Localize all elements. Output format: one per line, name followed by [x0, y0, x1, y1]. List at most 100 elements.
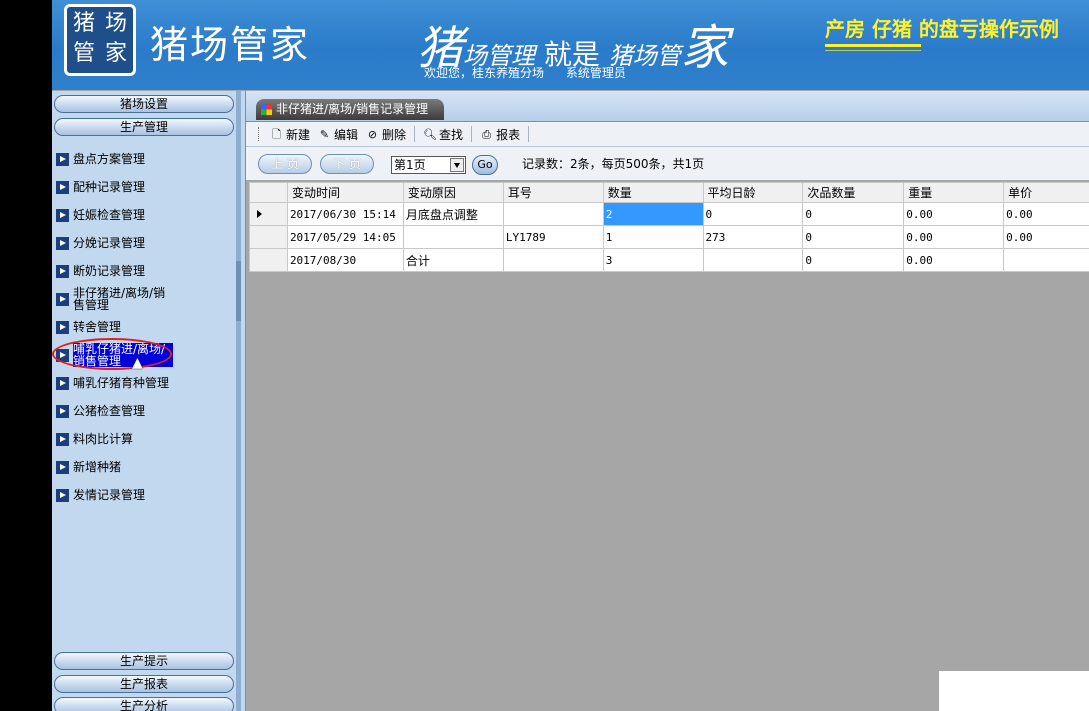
table-row[interactable]: 2017/05/29 14:05 LY1789 1 273 0 0.00 0.0… [249, 225, 1089, 249]
grid-header-row: 变动时间 变动原因 耳号 数量 平均日龄 次品数量 重量 单价 [249, 182, 1089, 203]
sidebar-item-suckling-piglet-breeding[interactable]: 哺乳仔猪育种管理 [56, 369, 232, 397]
record-info: 记录数：2条，每页500条，共1页 [522, 157, 705, 171]
sidebar-item-boar-check[interactable]: 公猪检查管理 [56, 397, 232, 425]
grid-cell[interactable] [1003, 248, 1089, 272]
logo-seal: 猪 场 管 家 [64, 4, 136, 76]
column-header[interactable]: 单价 [1003, 182, 1089, 203]
overlay-patch [939, 671, 1089, 711]
grid-cell[interactable]: 0.00 [1003, 225, 1089, 249]
tab-strip: 非仔猪进/离场/销售记录管理 [246, 91, 1089, 122]
sidebar-item-weaning-record[interactable]: 断奶记录管理 [56, 257, 232, 285]
delete-icon: ⊘ [367, 127, 378, 141]
pager: 上 页 下 页 第1页 Go 记录数：2条，每页500条，共1页 [246, 147, 1089, 180]
grid-cell[interactable]: 0.00 [903, 225, 1005, 249]
sidebar-item-pregnancy-check[interactable]: 妊娠检查管理 [56, 201, 232, 229]
sidebar-item-breeding-record[interactable]: 配种记录管理 [56, 173, 232, 201]
row-header[interactable] [249, 225, 288, 249]
grid-cell[interactable]: 0 [802, 225, 905, 249]
sidebar-item-estrus-record[interactable]: 发情记录管理 [56, 481, 232, 509]
find-button[interactable]: 🔍︎ 查找 [419, 124, 467, 144]
logo-char: 猪 [73, 11, 96, 36]
toolbar: 🗋 新建 ✎ 编辑 ⊘ 删除 🔍︎ 查找 ⎙ 报表 [246, 122, 1089, 147]
records-grid: 变动时间 变动原因 耳号 数量 平均日龄 次品数量 重量 单价 2017/06/… [249, 182, 1089, 272]
grid-cell[interactable]: 0.00 [903, 248, 1005, 272]
grid-cell[interactable]: 3 [602, 248, 704, 272]
sidebar-item-inventory-plan[interactable]: 盘点方案管理 [56, 145, 232, 173]
column-header[interactable]: 耳号 [502, 182, 604, 203]
play-icon [56, 264, 69, 278]
grid-cell[interactable] [502, 248, 604, 272]
section-production-management[interactable]: 生产管理 [54, 118, 234, 136]
column-header[interactable]: 数量 [602, 182, 704, 203]
report-button[interactable]: ⎙ 报表 [476, 124, 524, 144]
grid-cell[interactable]: 2017/05/29 14:05 [286, 225, 404, 249]
play-icon [56, 292, 69, 306]
toolbar-separator [414, 126, 416, 142]
annotation-circle [52, 338, 172, 370]
welcome-user: 欢迎您，桂东养殖分场 [424, 66, 545, 80]
toolbar-separator [528, 126, 530, 142]
toolbar-separator [471, 126, 473, 142]
play-icon [56, 376, 69, 390]
grid-cell[interactable]: LY1789 [502, 225, 604, 249]
table-row[interactable]: 2017/06/30 15:14 月底盘点调整 2 0 0 0.00 0.00 [249, 202, 1089, 226]
sidebar-item-feed-meat-ratio[interactable]: 料肉比计算 [56, 425, 232, 453]
sidebar-item-suckling-piglet-sales[interactable]: 哺乳仔猪进/离场/销售管理 ▲ [52, 338, 232, 371]
sidebar-item-add-breeding-pig[interactable]: 新增种猪 [56, 453, 232, 481]
play-icon [56, 180, 69, 194]
toolbar-grip [258, 127, 262, 141]
prev-page-button[interactable]: 上 页 [258, 154, 312, 174]
row-header[interactable] [249, 248, 288, 272]
sidebar-item-non-piglet-sales[interactable]: 非仔猪进/离场/销售管理 [56, 285, 232, 313]
app-title: 猪场管家 [150, 23, 311, 67]
page-select[interactable]: 第1页 [391, 156, 466, 174]
row-header-corner [249, 182, 288, 203]
chevron-down-icon[interactable] [450, 158, 464, 172]
grid-cell[interactable]: 0.00 [1003, 202, 1089, 226]
section-production-tips[interactable]: 生产提示 [54, 652, 234, 670]
logo-char: 管 [73, 41, 96, 66]
tab-non-piglet-sales[interactable]: 非仔猪进/离场/销售记录管理 [256, 99, 445, 120]
sidebar-item-transfer[interactable]: 转舍管理 [56, 313, 232, 341]
delete-button[interactable]: ⊘ 删除 [362, 124, 410, 144]
grid-cell[interactable]: 1 [602, 225, 704, 249]
column-header[interactable]: 平均日龄 [702, 182, 804, 203]
grid-cell[interactable]: 2017/06/30 15:14 [286, 202, 404, 226]
grid-cell[interactable]: 0 [802, 202, 905, 226]
grid-cell[interactable] [402, 225, 504, 249]
grid-cell[interactable] [702, 248, 804, 272]
main-content: 非仔猪进/离场/销售记录管理 🗋 新建 ✎ 编辑 ⊘ 删除 🔍︎ 查找 ⎙ 报表 上 页 … [245, 91, 1089, 711]
new-button[interactable]: 🗋 新建 [266, 124, 314, 144]
grid-cell[interactable]: 0 [802, 248, 905, 272]
column-header[interactable]: 变动原因 [402, 182, 504, 203]
grid-cell[interactable]: 合计 [402, 248, 504, 272]
go-button[interactable]: Go [472, 155, 498, 175]
find-icon: 🔍︎ [423, 127, 438, 141]
page-select-value: 第1页 [394, 158, 426, 172]
section-farm-settings[interactable]: 猪场设置 [54, 95, 234, 113]
sidebar-item-farrowing-record[interactable]: 分娩记录管理 [56, 229, 232, 257]
grid-cell[interactable]: 273 [702, 225, 804, 249]
logo-char: 场 [105, 11, 128, 36]
grid-cell[interactable]: 0 [702, 202, 804, 226]
demo-caption: 产房 仔猪 的盘亏操作示例 [825, 17, 1059, 41]
tab-label: 非仔猪进/离场/销售记录管理 [276, 102, 429, 116]
section-production-reports[interactable]: 生产报表 [54, 675, 234, 693]
grid-cell[interactable]: 2017/08/30 [286, 248, 404, 272]
play-icon [56, 320, 69, 334]
grid-cell[interactable] [502, 202, 604, 226]
grid-cell[interactable]: 月底盘点调整 [402, 202, 504, 226]
column-header[interactable]: 重量 [903, 182, 1005, 203]
section-production-analysis[interactable]: 生产分析 [54, 697, 234, 711]
grid-cell-selected[interactable]: 2 [602, 202, 704, 226]
next-page-button[interactable]: 下 页 [320, 154, 374, 174]
module-icon [261, 104, 272, 115]
row-header[interactable] [249, 202, 288, 226]
user-role: 系统管理员 [565, 66, 626, 80]
grid-cell[interactable]: 0.00 [903, 202, 1005, 226]
column-header[interactable]: 变动时间 [286, 182, 404, 203]
caption-underline [825, 44, 921, 47]
table-row-total[interactable]: 2017/08/30 合计 3 0 0.00 [249, 248, 1089, 272]
column-header[interactable]: 次品数量 [802, 182, 905, 203]
edit-button[interactable]: ✎ 编辑 [314, 124, 362, 144]
